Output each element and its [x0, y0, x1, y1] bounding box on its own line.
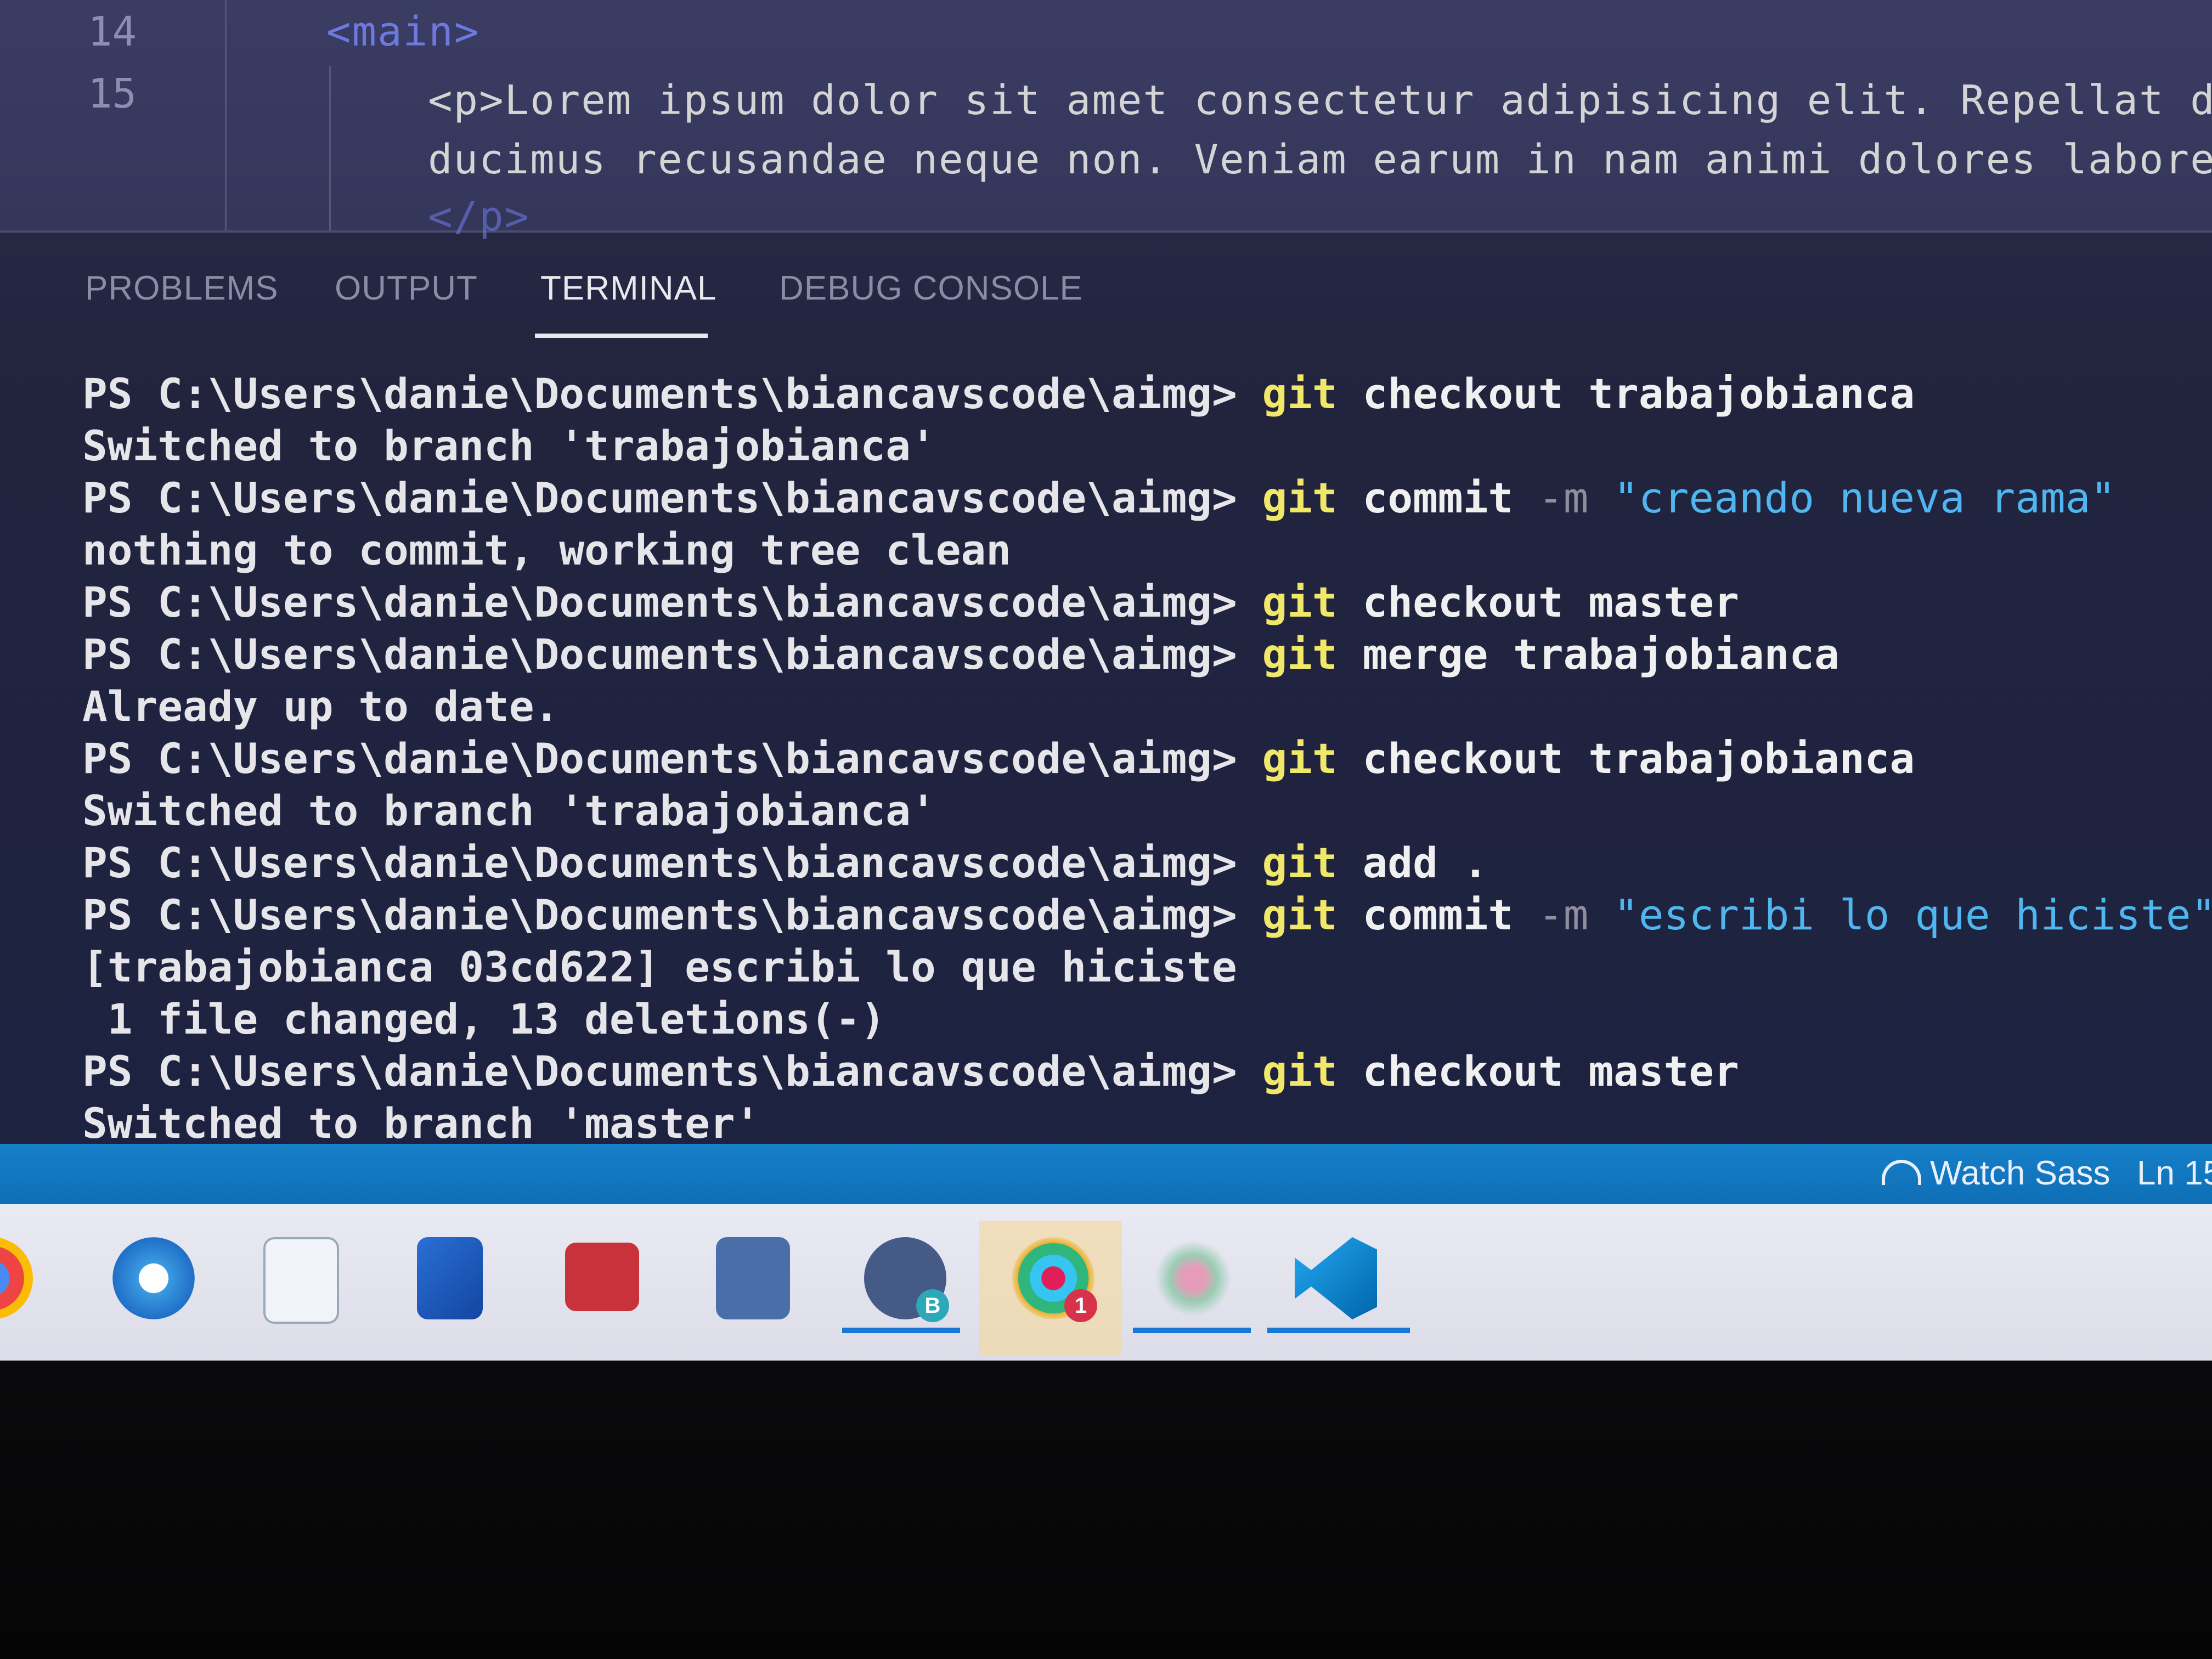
terminal-prompt: PS C:\Users\danie\Documents\biancavscode… [82, 630, 1262, 679]
git-active-indicator [1133, 1328, 1251, 1333]
status-bar: Watch Sass Ln 15 [0, 1144, 2212, 1204]
slack-icon[interactable]: 1 [1012, 1237, 1097, 1322]
terminal-output-line: Switched to branch 'master' [82, 1099, 760, 1148]
command-git: git [1262, 630, 1338, 679]
stackoverflow-icon[interactable] [716, 1237, 790, 1319]
command-flag: -m [1538, 473, 1589, 522]
line-number: 15 [88, 70, 137, 117]
command-git: git [1262, 838, 1338, 887]
tab-debug-console[interactable]: DEBUG CONSOLE [779, 269, 1083, 308]
terminal-output-line: Already up to date. [82, 682, 560, 731]
tab-output[interactable]: OUTPUT [335, 269, 478, 308]
code-line-15-close[interactable]: </p> [428, 193, 530, 240]
command-args: commit [1337, 473, 1538, 522]
command-git: git [1262, 473, 1338, 522]
terminal-command-line: PS C:\Users\danie\Documents\biancavscode… [82, 368, 2211, 420]
command-args: checkout master [1337, 578, 1739, 627]
kaspersky-icon[interactable] [565, 1243, 639, 1311]
tab-problems[interactable]: PROBLEMS [85, 269, 279, 308]
command-args: merge trabajobianca [1337, 630, 1839, 679]
terminal-prompt: PS C:\Users\danie\Documents\biancavscode… [82, 890, 1262, 939]
command-args: checkout trabajobianca [1337, 369, 1915, 418]
terminal-prompt: PS C:\Users\danie\Documents\biancavscode… [82, 473, 1262, 522]
editor-gutter: 14 15 [0, 0, 227, 230]
line-number: 14 [88, 8, 137, 55]
terminal-prompt: PS C:\Users\danie\Documents\biancavscode… [82, 734, 1262, 783]
terminal-command-line: PS C:\Users\danie\Documents\biancavscode… [82, 837, 2211, 889]
terminal-command-line: PS C:\Users\danie\Documents\biancavscode… [82, 628, 2211, 680]
terminal-command-line: PS C:\Users\danie\Documents\biancavscode… [82, 576, 2211, 628]
command-string: "creando nueva rama" [1588, 473, 2116, 522]
slack-badge: 1 [1064, 1289, 1097, 1322]
terminal-output-line: Switched to branch 'trabajobianca' [82, 421, 936, 470]
remote-desktop-icon[interactable] [417, 1237, 483, 1319]
terminal-command-line: PS C:\Users\danie\Documents\biancavscode… [82, 889, 2212, 941]
command-git: git [1262, 1047, 1338, 1096]
terminal-output-line: nothing to commit, working tree clean [82, 526, 1011, 574]
zoom-badge: B [916, 1289, 949, 1322]
command-args: checkout trabajobianca [1337, 734, 1915, 783]
zoom-icon[interactable]: B [864, 1237, 949, 1322]
watch-sass-label: Watch Sass [1930, 1154, 2111, 1192]
indent-guide [329, 66, 331, 230]
vscode-active-indicator [1267, 1328, 1410, 1333]
terminal-prompt: PS C:\Users\danie\Documents\biancavscode… [82, 1047, 1262, 1096]
watch-sass-button[interactable]: Watch Sass [1882, 1154, 2110, 1193]
terminal-prompt: PS C:\Users\danie\Documents\biancavscode… [82, 369, 1262, 418]
code-line-15-wrap[interactable]: ducimus recusandae neque non. Veniam ear… [428, 136, 2212, 183]
git-icon[interactable] [1152, 1237, 1234, 1319]
terminal-command-line: PS C:\Users\danie\Documents\biancavscode… [82, 1045, 2211, 1097]
active-tab-indicator [535, 334, 708, 338]
chrome-icon[interactable] [0, 1237, 33, 1319]
command-git: git [1262, 890, 1338, 939]
command-args: add . [1337, 838, 1488, 887]
terminal-command-line: PS C:\Users\danie\Documents\biancavscode… [82, 732, 2211, 785]
command-args: checkout master [1337, 1047, 1739, 1096]
edge-icon[interactable] [112, 1237, 195, 1319]
cursor-position[interactable]: Ln 15 [2137, 1154, 2212, 1193]
command-string: "escribi lo que hiciste" [1588, 890, 2212, 939]
command-git: git [1262, 578, 1338, 627]
screen: 14 15 <main> <p>Lorem ipsum dolor sit am… [0, 0, 2212, 1361]
command-flag: -m [1538, 890, 1589, 939]
taskbar: B 1 [0, 1204, 2212, 1361]
terminal-prompt: PS C:\Users\danie\Documents\biancavscode… [82, 838, 1262, 887]
code-editor[interactable]: 14 15 <main> <p>Lorem ipsum dolor sit am… [0, 0, 2212, 240]
zoom-active-indicator [842, 1328, 960, 1333]
eye-icon [1882, 1159, 1921, 1185]
terminal-output-line: [trabajobianca 03cd622] escribi lo que h… [82, 943, 1237, 991]
terminal-output[interactable]: PS C:\Users\danie\Documents\biancavscode… [82, 368, 2212, 1149]
vscode-icon[interactable] [1295, 1237, 1377, 1319]
command-args: commit [1337, 890, 1538, 939]
notepad-icon[interactable] [263, 1237, 339, 1324]
monitor-bezel [0, 1361, 2212, 1659]
code-line-14[interactable]: <main> [326, 8, 479, 55]
tab-terminal[interactable]: TERMINAL [540, 269, 716, 308]
command-git: git [1262, 369, 1338, 418]
terminal-prompt: PS C:\Users\danie\Documents\biancavscode… [82, 578, 1262, 627]
code-line-15[interactable]: <p>Lorem ipsum dolor sit amet consectetu… [428, 77, 2212, 124]
terminal-output-line: 1 file changed, 13 deletions(-) [82, 995, 886, 1043]
terminal-command-line: PS C:\Users\danie\Documents\biancavscode… [82, 472, 2211, 524]
command-git: git [1262, 734, 1338, 783]
terminal-output-line: Switched to branch 'trabajobianca' [82, 786, 936, 835]
